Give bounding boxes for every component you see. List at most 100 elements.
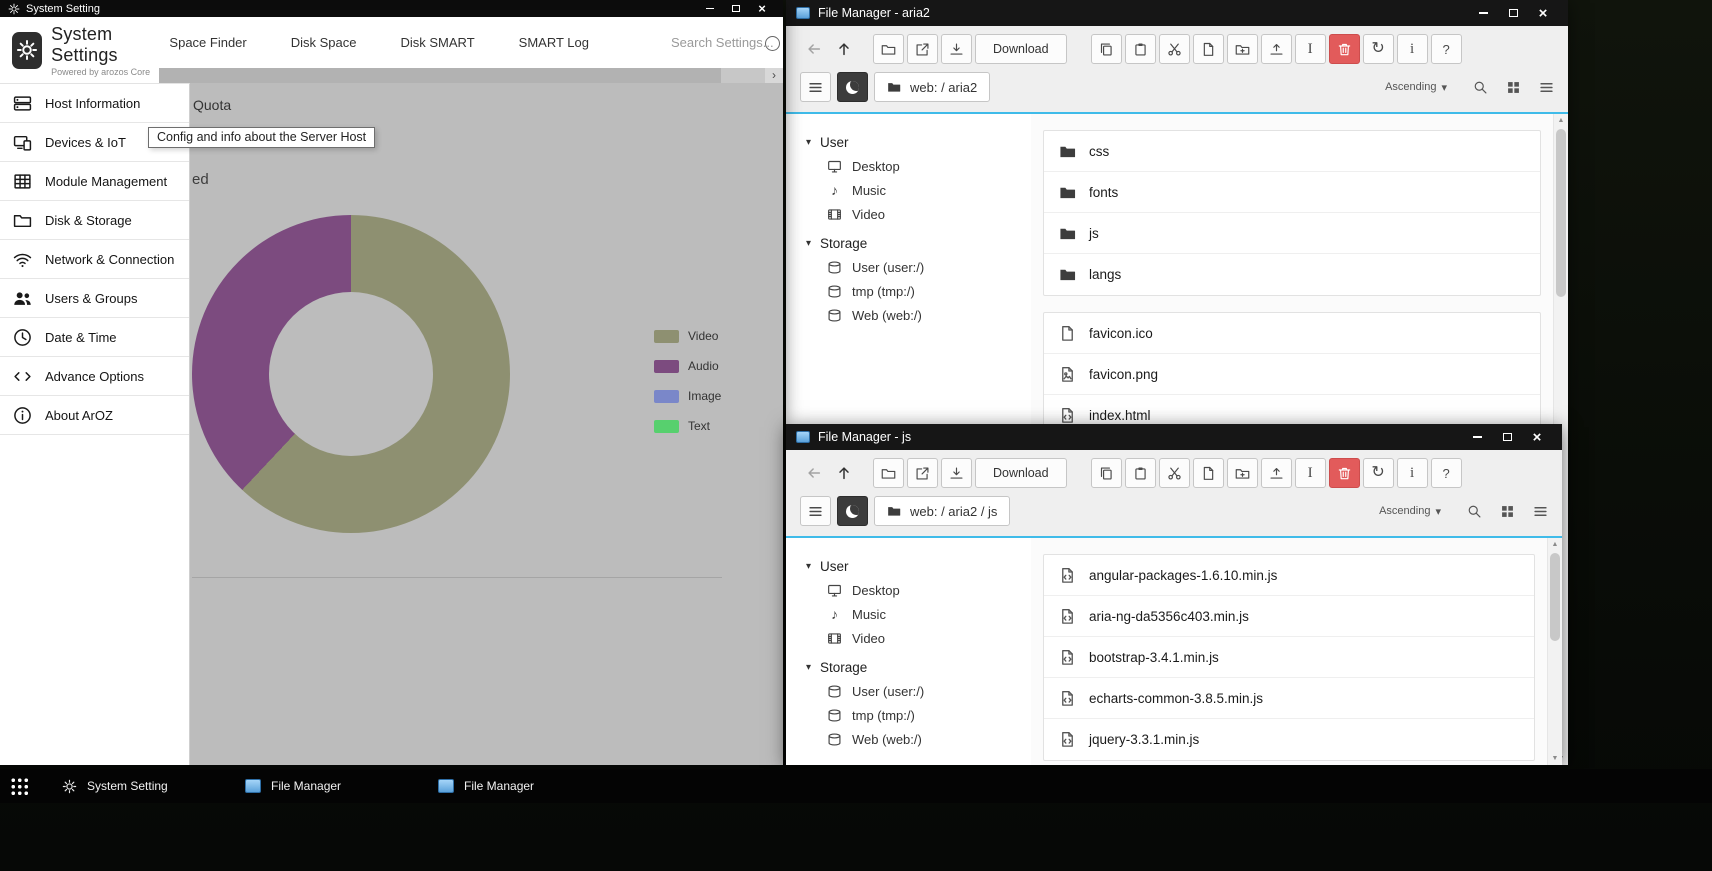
horizontal-scrollbar[interactable]: › bbox=[159, 68, 783, 83]
sidebar-item-host-information[interactable]: Host Information bbox=[0, 84, 189, 123]
list-view-button[interactable] bbox=[1539, 80, 1554, 95]
new-folder-button[interactable] bbox=[1227, 458, 1258, 488]
legend-item[interactable]: Audio bbox=[654, 359, 721, 373]
menu-button[interactable] bbox=[800, 496, 831, 526]
breadcrumb[interactable]: web: / aria2 / js bbox=[874, 496, 1010, 526]
download-icon-button[interactable] bbox=[941, 458, 972, 488]
tree-section-user[interactable]: ▾User bbox=[806, 130, 1031, 154]
dark-mode-button[interactable] bbox=[837, 496, 868, 526]
open-folder-button[interactable] bbox=[873, 34, 904, 64]
file-row[interactable]: jquery-3.3.1.min.js bbox=[1044, 719, 1534, 760]
copy-button[interactable] bbox=[1091, 34, 1122, 64]
dark-mode-button[interactable] bbox=[837, 72, 868, 102]
maximize-button[interactable] bbox=[1492, 424, 1522, 450]
tree-item-music[interactable]: ♪Music bbox=[806, 178, 1031, 202]
upload-button[interactable] bbox=[1261, 34, 1292, 64]
breadcrumb[interactable]: web: / aria2 bbox=[874, 72, 990, 102]
open-in-new-button[interactable] bbox=[907, 458, 938, 488]
refresh-button[interactable]: ↻ bbox=[1363, 458, 1394, 488]
search-button[interactable] bbox=[1467, 504, 1482, 519]
tree-item-tmp-drive[interactable]: tmp (tmp:/) bbox=[806, 279, 1031, 303]
scroll-up-arrow[interactable]: ▲ bbox=[1548, 541, 1562, 548]
upload-button[interactable] bbox=[1261, 458, 1292, 488]
copy-button[interactable] bbox=[1091, 458, 1122, 488]
taskbar-item-file-manager-1[interactable]: File Manager bbox=[245, 769, 341, 803]
apps-grid-icon[interactable] bbox=[10, 777, 30, 796]
tree-item-web-drive[interactable]: Web (web:/) bbox=[806, 727, 1031, 751]
tab-space-finder[interactable]: Space Finder bbox=[169, 35, 246, 50]
file-row[interactable]: js bbox=[1044, 213, 1540, 254]
file-row[interactable]: favicon.ico bbox=[1044, 313, 1540, 354]
window-titlebar[interactable]: System Setting × bbox=[0, 0, 783, 17]
paste-button[interactable] bbox=[1125, 458, 1156, 488]
tree-section-user[interactable]: ▾User bbox=[806, 554, 1031, 578]
close-button[interactable]: × bbox=[749, 0, 775, 17]
new-folder-button[interactable] bbox=[1227, 34, 1258, 64]
file-row[interactable]: css bbox=[1044, 131, 1540, 172]
close-button[interactable]: × bbox=[1528, 0, 1558, 26]
taskbar-item-system-setting[interactable]: System Setting bbox=[62, 769, 168, 803]
grid-view-button[interactable] bbox=[1506, 80, 1521, 95]
scrollbar-thumb[interactable] bbox=[1550, 553, 1560, 641]
sidebar-item-advance-options[interactable]: Advance Options bbox=[0, 357, 189, 396]
tree-item-user-drive[interactable]: User (user:/) bbox=[806, 679, 1031, 703]
file-row[interactable]: aria-ng-da5356c403.min.js bbox=[1044, 596, 1534, 637]
scroll-down-arrow[interactable]: ▼ bbox=[1548, 755, 1562, 762]
up-button[interactable] bbox=[830, 458, 857, 488]
maximize-button[interactable] bbox=[1498, 0, 1528, 26]
file-row[interactable]: favicon.png bbox=[1044, 354, 1540, 395]
tree-item-desktop[interactable]: Desktop bbox=[806, 578, 1031, 602]
info-button[interactable]: i bbox=[1397, 458, 1428, 488]
download-button[interactable]: Download bbox=[975, 34, 1067, 64]
sidebar-item-module-management[interactable]: Module Management bbox=[0, 162, 189, 201]
window-titlebar[interactable]: File Manager - js × bbox=[786, 424, 1562, 450]
rename-button[interactable]: I bbox=[1295, 34, 1326, 64]
download-icon-button[interactable] bbox=[941, 34, 972, 64]
maximize-button[interactable] bbox=[723, 0, 749, 17]
paste-button[interactable] bbox=[1125, 34, 1156, 64]
file-row[interactable]: fonts bbox=[1044, 172, 1540, 213]
back-button[interactable] bbox=[800, 458, 827, 488]
tree-item-user-drive[interactable]: User (user:/) bbox=[806, 255, 1031, 279]
up-button[interactable] bbox=[830, 34, 857, 64]
taskbar-item-file-manager-2[interactable]: File Manager bbox=[438, 769, 534, 803]
sort-order-select[interactable]: Ascending▾ bbox=[1379, 505, 1441, 518]
scrollbar[interactable]: ▲ ▼ bbox=[1547, 538, 1562, 765]
tree-item-video[interactable]: Video bbox=[806, 202, 1031, 226]
scroll-up-arrow[interactable]: ▲ bbox=[1554, 117, 1568, 124]
file-row[interactable]: echarts-common-3.8.5.min.js bbox=[1044, 678, 1534, 719]
minimize-button[interactable] bbox=[697, 0, 723, 17]
delete-button[interactable] bbox=[1329, 458, 1360, 488]
cut-button[interactable] bbox=[1159, 34, 1190, 64]
file-row[interactable]: bootstrap-3.4.1.min.js bbox=[1044, 637, 1534, 678]
tab-disk-space[interactable]: Disk Space bbox=[291, 35, 357, 50]
file-row[interactable]: langs bbox=[1044, 254, 1540, 295]
rename-button[interactable]: I bbox=[1295, 458, 1326, 488]
tree-item-desktop[interactable]: Desktop bbox=[806, 154, 1031, 178]
new-file-button[interactable] bbox=[1193, 458, 1224, 488]
new-file-button[interactable] bbox=[1193, 34, 1224, 64]
cut-button[interactable] bbox=[1159, 458, 1190, 488]
help-button[interactable]: ? bbox=[1431, 458, 1462, 488]
grid-view-button[interactable] bbox=[1500, 504, 1515, 519]
sidebar-item-users-groups[interactable]: Users & Groups bbox=[0, 279, 189, 318]
minimize-button[interactable] bbox=[1468, 0, 1498, 26]
scrollbar-thumb[interactable] bbox=[1556, 129, 1566, 297]
sidebar-item-about-aroz[interactable]: About ArOZ bbox=[0, 396, 189, 435]
file-row[interactable]: angular-packages-1.6.10.min.js bbox=[1044, 555, 1534, 596]
download-button[interactable]: Download bbox=[975, 458, 1067, 488]
window-titlebar[interactable]: File Manager - aria2 × bbox=[786, 0, 1568, 26]
help-button[interactable]: ? bbox=[1431, 34, 1462, 64]
legend-item[interactable]: Text bbox=[654, 419, 721, 433]
search-button[interactable] bbox=[1473, 80, 1488, 95]
sidebar-item-network-connection[interactable]: Network & Connection bbox=[0, 240, 189, 279]
legend-item[interactable]: Image bbox=[654, 389, 721, 403]
sort-order-select[interactable]: Ascending▾ bbox=[1385, 81, 1447, 94]
tree-item-web-drive[interactable]: Web (web:/) bbox=[806, 303, 1031, 327]
tree-section-storage[interactable]: ▾Storage bbox=[806, 231, 1031, 255]
open-in-new-button[interactable] bbox=[907, 34, 938, 64]
tree-item-video[interactable]: Video bbox=[806, 626, 1031, 650]
scroll-right-arrow[interactable]: › bbox=[765, 68, 783, 83]
legend-item[interactable]: Video bbox=[654, 329, 721, 343]
scrollbar-thumb[interactable] bbox=[159, 68, 720, 83]
